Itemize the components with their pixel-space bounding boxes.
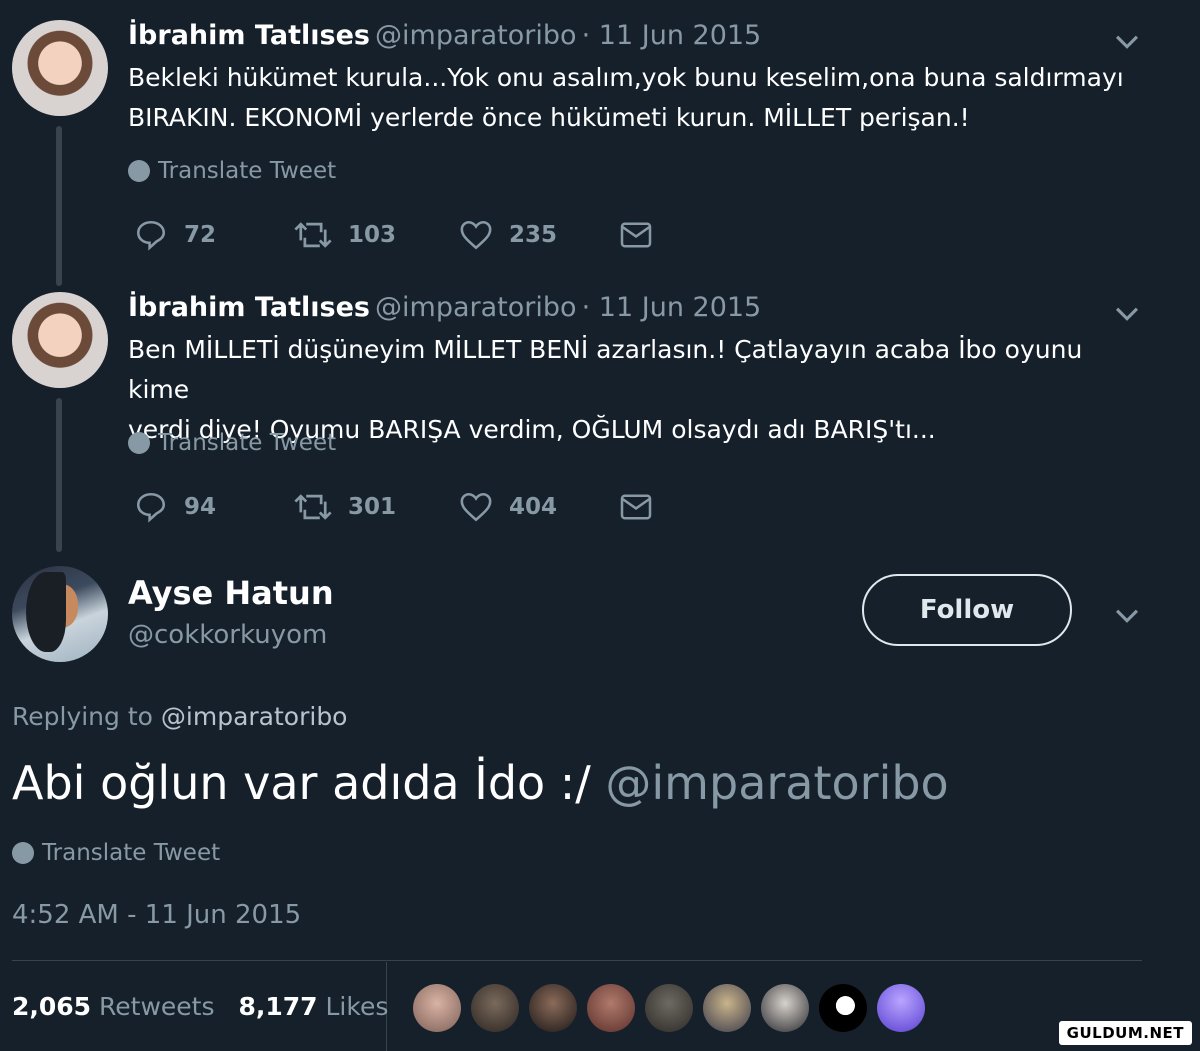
retweet-button[interactable]: 301 [294, 492, 459, 522]
translate-label: Translate Tweet [158, 430, 337, 456]
message-button[interactable] [619, 221, 653, 249]
author-handle[interactable]: @cokkorkuyom [128, 620, 327, 650]
translate-link[interactable]: Translate Tweet [128, 158, 336, 184]
reply-button[interactable]: 94 [134, 490, 294, 524]
retweet-count: 301 [348, 494, 397, 520]
liker-avatar[interactable] [877, 984, 925, 1032]
globe-icon [12, 842, 34, 864]
retweet-total: 2,065 [12, 992, 92, 1021]
like-count: 404 [509, 494, 558, 520]
message-button[interactable] [619, 493, 653, 521]
tweet-date[interactable]: · 11 Jun 2015 [582, 292, 762, 323]
chevron-down-icon[interactable] [1110, 598, 1144, 632]
translate-label: Translate Tweet [158, 158, 337, 184]
liker-avatar[interactable] [471, 984, 519, 1032]
retweet-stat-label: Retweets [99, 992, 215, 1021]
replying-to: Replying to @imparatoribo [12, 702, 347, 731]
translate-link[interactable]: Translate Tweet [128, 430, 336, 456]
envelope-icon [620, 222, 652, 248]
envelope-icon [620, 494, 652, 520]
liker-avatar[interactable] [703, 984, 751, 1032]
liker-avatar[interactable] [413, 984, 461, 1032]
liker-avatar[interactable] [645, 984, 693, 1032]
avatar[interactable] [12, 20, 108, 116]
author-handle[interactable]: @imparatoribo [375, 292, 577, 323]
follow-label: Follow [919, 595, 1015, 625]
translate-label: Translate Tweet [42, 840, 221, 866]
like-button[interactable]: 235 [459, 219, 619, 251]
tweet-stats: 2,065 Retweets 8,177 Likes [12, 992, 388, 1021]
translate-link[interactable]: Translate Tweet [12, 840, 220, 866]
avatar[interactable] [12, 292, 108, 388]
main-tweet-text: Abi oğlun var adıda İdo :/ @imparatoribo [12, 756, 949, 810]
author-handle[interactable]: @imparatoribo [375, 20, 577, 51]
retweet-stat[interactable]: 2,065 Retweets [12, 992, 222, 1021]
heart-icon [460, 492, 492, 522]
retweet-button[interactable]: 103 [294, 220, 459, 250]
like-stat[interactable]: 8,177 Likes [238, 992, 388, 1021]
like-total: 8,177 [238, 992, 318, 1021]
chevron-down-icon[interactable] [1110, 296, 1144, 330]
author-name[interactable]: İbrahim Tatlıses [128, 292, 370, 323]
tweet-1[interactable]: İbrahim Tatlıses @imparatoribo · 11 Jun … [0, 0, 1200, 270]
replying-handle[interactable]: @imparatoribo [161, 702, 348, 731]
tweet-date[interactable]: · 11 Jun 2015 [582, 20, 762, 51]
like-stat-label: Likes [325, 992, 389, 1021]
reply-icon [136, 220, 166, 251]
tweet-text: Abi oğlun var adıda İdo :/ [12, 756, 606, 810]
replying-prefix: Replying to [12, 702, 153, 731]
liker-avatars [413, 984, 925, 1032]
watermark: GULDUM.NET [1058, 1021, 1192, 1045]
tweet-actions: 72 103 235 [134, 218, 653, 252]
author-name[interactable]: İbrahim Tatlıses [128, 20, 370, 51]
tweet-actions: 94 301 404 [134, 490, 653, 524]
follow-button[interactable]: Follow [862, 574, 1072, 646]
reply-button[interactable]: 72 [134, 218, 294, 252]
like-count: 235 [509, 222, 558, 248]
liker-avatar[interactable] [761, 984, 809, 1032]
tweet-text-line: BIRAKIN. EKONOMİ yerlerde önce hükümeti … [128, 103, 970, 132]
globe-icon [128, 160, 150, 182]
retweet-icon [294, 494, 332, 520]
tweet-text-line: Ben MİLLETİ düşüneyim MİLLET BENİ azarla… [128, 335, 1083, 404]
avatar[interactable] [12, 566, 108, 662]
timestamp[interactable]: 4:52 AM - 11 Jun 2015 [12, 900, 301, 930]
like-button[interactable]: 404 [459, 491, 619, 523]
mention-link[interactable]: @imparatoribo [605, 756, 948, 810]
retweet-icon [294, 222, 332, 248]
liker-avatar[interactable] [587, 984, 635, 1032]
chevron-down-icon[interactable] [1110, 24, 1144, 58]
divider [12, 960, 1142, 961]
reply-count: 94 [184, 494, 217, 520]
tweet-text-line: Bekleki hükümet kurula...Yok onu asalım,… [128, 63, 1124, 92]
reply-icon [136, 492, 166, 523]
tweet-text: Bekleki hükümet kurula...Yok onu asalım,… [128, 58, 1148, 138]
heart-icon [460, 220, 492, 250]
liker-avatar[interactable] [529, 984, 577, 1032]
main-tweet: Ayse Hatun @cokkorkuyom Follow Replying … [0, 560, 1200, 1051]
globe-icon [128, 432, 150, 454]
author-name[interactable]: Ayse Hatun [128, 574, 334, 612]
liker-avatar[interactable] [819, 984, 867, 1032]
retweet-count: 103 [348, 222, 397, 248]
reply-count: 72 [184, 222, 217, 248]
tweet-2[interactable]: İbrahim Tatlıses @imparatoribo · 11 Jun … [0, 272, 1200, 542]
